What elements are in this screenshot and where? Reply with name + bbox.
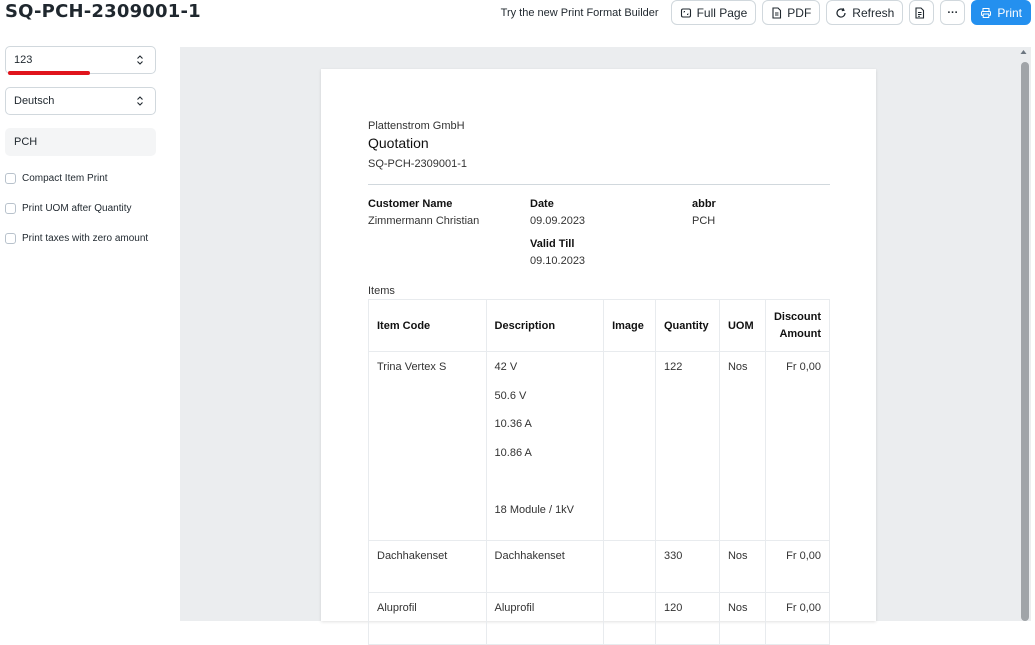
checkbox-label: Print taxes with zero amount bbox=[22, 232, 149, 244]
items-table: Item Code Description Image Quantity UOM… bbox=[368, 299, 831, 645]
document-type: Quotation bbox=[368, 135, 429, 151]
print-format-select[interactable]: 123 bbox=[5, 46, 156, 75]
abbr-label: abbr bbox=[692, 198, 716, 210]
items-table-header: Item Code Description Image Quantity UOM… bbox=[368, 299, 831, 352]
image-cell bbox=[603, 351, 656, 541]
print-uom-after-quantity-checkbox[interactable] bbox=[5, 202, 16, 214]
refresh-label: Refresh bbox=[852, 5, 895, 20]
quantity-cell: 330 bbox=[655, 540, 720, 593]
printer-icon bbox=[981, 7, 992, 18]
description-cell: 42 V 50.6 V 10.36 A 10.86 A 18 Module / … bbox=[485, 351, 605, 541]
toolbar: Try the new Print Format Builder Full Pa… bbox=[501, 0, 1031, 25]
full-page-label: Full Page bbox=[696, 5, 748, 20]
image-cell bbox=[603, 592, 656, 645]
print-settings-sidebar: 123 Deutsch PCH Compact Item Print Print… bbox=[5, 46, 156, 259]
more-icon: ··· bbox=[947, 6, 959, 19]
language-value: Deutsch bbox=[14, 95, 55, 107]
print-preview-page: Plattenstrom GmbH Quotation SQ-PCH-23090… bbox=[321, 69, 876, 645]
red-annotation-underline bbox=[8, 71, 90, 75]
description-line: 10.86 A bbox=[494, 446, 532, 459]
print-uom-after-quantity-option[interactable]: Print UOM after Quantity bbox=[5, 199, 156, 217]
item-code-cell: Dachhakenset bbox=[368, 540, 487, 593]
customer-name-label: Customer Name bbox=[368, 198, 453, 210]
pdf-label: PDF bbox=[787, 5, 812, 20]
discount-amount-cell: Fr 0,00 bbox=[764, 351, 831, 541]
print-taxes-zero-amount-checkbox[interactable] bbox=[5, 232, 16, 244]
items-label: Items bbox=[368, 285, 395, 297]
uom-cell: Nos bbox=[718, 540, 766, 593]
compact-item-print-option[interactable]: Compact Item Print bbox=[5, 169, 156, 187]
refresh-icon bbox=[836, 7, 846, 18]
refresh-button[interactable]: Refresh bbox=[826, 0, 904, 25]
valid-till-value: 09.10.2023 bbox=[530, 255, 586, 267]
page-title: SQ-PCH-2309001-1 bbox=[5, 1, 201, 22]
company-name: Plattenstrom GmbH bbox=[368, 120, 465, 132]
select-arrows-icon bbox=[137, 96, 143, 106]
customer-name-value: Zimmermann Christian bbox=[368, 215, 480, 227]
column-header-discount-amount: Discount Amount bbox=[764, 299, 831, 352]
print-format-builder-link[interactable]: Try the new Print Format Builder bbox=[501, 7, 659, 19]
print-button[interactable]: Print bbox=[971, 0, 1031, 25]
abbr-value: PCH bbox=[692, 215, 716, 227]
quantity-cell: 122 bbox=[655, 351, 720, 541]
table-row: Dachhakenset Dachhakenset 330 Nos Fr 0,0… bbox=[368, 540, 831, 593]
print-format-value: 123 bbox=[14, 54, 33, 66]
more-button[interactable]: ··· bbox=[940, 0, 966, 25]
uom-cell: Nos bbox=[718, 592, 766, 645]
select-arrows-icon bbox=[137, 55, 143, 65]
scroll-up-arrow-icon[interactable] bbox=[1020, 49, 1027, 55]
date-value: 09.09.2023 bbox=[530, 215, 586, 227]
print-taxes-zero-amount-option[interactable]: Print taxes with zero amount bbox=[5, 229, 156, 247]
table-row: Trina Vertex S 42 V 50.6 V 10.36 A 10.86… bbox=[368, 351, 831, 541]
letterhead-value: PCH bbox=[14, 136, 38, 148]
document-icon bbox=[915, 6, 924, 19]
item-code-cell: Aluprofil bbox=[368, 592, 487, 645]
description-line: 50.6 V bbox=[494, 389, 527, 402]
checkbox-label: Compact Item Print bbox=[22, 172, 108, 184]
column-header-description: Description bbox=[485, 299, 605, 352]
column-header-uom: UOM bbox=[718, 299, 766, 352]
description-line: 10.36 A bbox=[494, 418, 532, 430]
item-code-cell: Trina Vertex S bbox=[368, 351, 487, 541]
description-line: 42 V bbox=[494, 361, 518, 373]
header-divider bbox=[368, 184, 830, 185]
description-line: 18 Module / 1kV bbox=[494, 503, 575, 516]
column-header-discount-line2: Amount bbox=[779, 327, 821, 340]
description-line bbox=[495, 475, 596, 504]
language-select[interactable]: Deutsch bbox=[5, 87, 156, 115]
checkbox-label: Print UOM after Quantity bbox=[22, 202, 132, 214]
fullscreen-icon bbox=[680, 7, 691, 18]
quantity-cell: 120 bbox=[655, 592, 720, 645]
valid-till-label: Valid Till bbox=[530, 238, 575, 250]
file-icon bbox=[772, 6, 782, 19]
discount-amount-cell: Fr 0,00 bbox=[764, 592, 831, 645]
full-page-button[interactable]: Full Page bbox=[670, 0, 757, 25]
column-header-image: Image bbox=[603, 299, 656, 352]
compact-item-print-checkbox[interactable] bbox=[5, 172, 16, 184]
date-label: Date bbox=[530, 198, 554, 210]
scrollbar-thumb[interactable] bbox=[1021, 62, 1029, 621]
uom-cell: Nos bbox=[718, 351, 766, 541]
column-header-item-code: Item Code bbox=[368, 299, 487, 352]
discount-amount-cell: Fr 0,00 bbox=[764, 540, 831, 593]
document-name: SQ-PCH-2309001-1 bbox=[368, 158, 468, 170]
table-row: Aluprofil Aluprofil 120 Nos Fr 0,00 bbox=[368, 592, 831, 645]
column-header-discount-line1: Discount bbox=[773, 310, 821, 323]
description-cell: Dachhakenset bbox=[485, 540, 605, 593]
pdf-button[interactable]: PDF bbox=[762, 0, 821, 25]
letterhead-field[interactable]: PCH bbox=[5, 128, 156, 156]
description-cell: Aluprofil bbox=[485, 592, 605, 645]
print-label: Print bbox=[997, 5, 1022, 20]
document-settings-button[interactable] bbox=[909, 0, 935, 25]
image-cell bbox=[603, 540, 656, 593]
column-header-quantity: Quantity bbox=[655, 299, 720, 352]
